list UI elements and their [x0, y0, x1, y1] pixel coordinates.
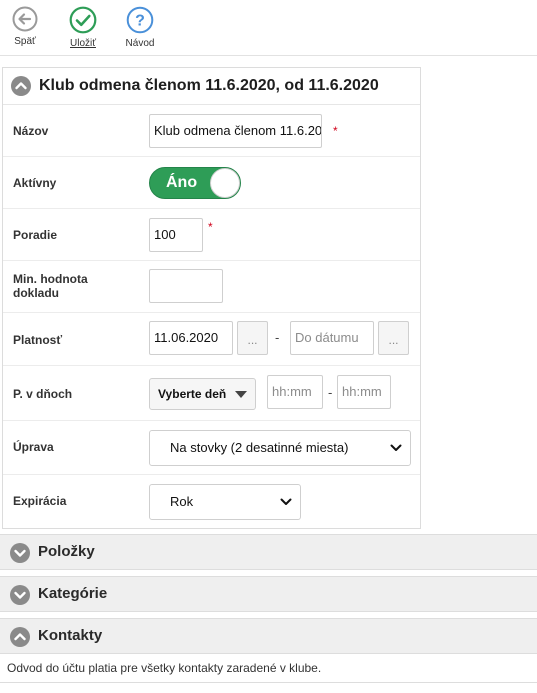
section-items[interactable]: Položky	[0, 534, 537, 570]
help-button[interactable]: ? Návod	[118, 6, 162, 49]
row-days: P. v dňoch Vyberte deň hh:mm - hh:mm	[3, 366, 420, 421]
min-doc-label: Min. hodnota dokladu	[13, 272, 88, 300]
order-label: Poradie	[13, 228, 58, 242]
name-label: Názov	[13, 124, 49, 138]
range-dash: -	[328, 385, 333, 400]
min-doc-input[interactable]	[149, 269, 223, 303]
validity-label: Platnosť	[13, 333, 63, 347]
section-contacts[interactable]: Kontakty	[0, 618, 537, 654]
caret-down-icon	[235, 391, 247, 398]
club-form-panel: Klub odmena členom 11.6.2020, od 11.6.20…	[2, 67, 421, 529]
rounding-select[interactable]: Na stovky (2 desatinné miesta)	[149, 430, 411, 466]
date-picker-from-button[interactable]: ...	[237, 321, 268, 355]
days-label: P. v dňoch	[13, 387, 73, 401]
range-dash: -	[275, 330, 280, 345]
date-picker-to-button[interactable]: ...	[378, 321, 409, 355]
toggle-knob	[210, 168, 240, 198]
rounding-label: Úprava	[13, 440, 54, 454]
section-categories-title: Kategórie	[38, 585, 108, 602]
svg-text:?: ?	[135, 13, 145, 30]
row-order: Poradie 100 *	[3, 209, 420, 261]
active-toggle[interactable]: Áno	[149, 167, 241, 199]
toggle-text: Áno	[166, 174, 198, 191]
chevron-up-icon[interactable]	[11, 76, 31, 96]
chevron-down-icon[interactable]	[10, 585, 30, 605]
name-input[interactable]: Klub odmena členom 11.6.2020	[149, 114, 322, 148]
help-label: Návod	[125, 38, 155, 49]
toolbar: Späť Uložiť ? Návod	[0, 0, 537, 56]
expiry-select-value: Rok	[170, 494, 194, 509]
active-label: Aktívny	[13, 176, 57, 190]
chevron-down-icon	[280, 498, 292, 505]
save-label: Uložiť	[70, 38, 96, 49]
back-button[interactable]: Späť	[3, 6, 47, 47]
order-input[interactable]: 100	[149, 218, 203, 252]
day-select-value: Vyberte deň	[158, 387, 227, 401]
section-contacts-title: Kontakty	[38, 627, 103, 644]
time-from-input[interactable]: hh:mm	[267, 375, 323, 409]
section-categories[interactable]: Kategórie	[0, 576, 537, 612]
row-validity: Platnosť 11.06.2020 ... - Do dátumu ...	[3, 313, 420, 366]
divider	[0, 682, 537, 683]
chevron-up-icon[interactable]	[10, 627, 30, 647]
row-name: Názov Klub odmena členom 11.6.2020 *	[3, 105, 420, 157]
back-label: Späť	[14, 36, 36, 47]
required-mark: *	[333, 124, 338, 138]
contacts-note: Odvod do účtu platia pre všetky kontakty…	[7, 661, 322, 675]
row-expiry: Expirácia Rok	[3, 475, 420, 530]
time-to-input[interactable]: hh:mm	[337, 375, 391, 409]
arrow-left-icon	[12, 6, 38, 32]
section-items-title: Položky	[38, 543, 95, 560]
required-mark: *	[208, 220, 213, 234]
panel-header[interactable]: Klub odmena členom 11.6.2020, od 11.6.20…	[3, 68, 420, 105]
panel-title: Klub odmena členom 11.6.2020, od 11.6.20…	[39, 77, 379, 94]
row-active: Aktívny Áno	[3, 157, 420, 209]
save-button[interactable]: Uložiť	[61, 6, 105, 49]
rounding-select-value: Na stovky (2 desatinné miesta)	[170, 440, 349, 455]
chevron-down-icon[interactable]	[10, 543, 30, 563]
question-icon: ?	[126, 6, 154, 34]
day-select[interactable]: Vyberte deň	[149, 378, 256, 410]
checkmark-icon	[69, 6, 97, 34]
row-rounding: Úprava Na stovky (2 desatinné miesta)	[3, 421, 420, 475]
row-min-doc: Min. hodnota dokladu	[3, 261, 420, 313]
validity-to-input[interactable]: Do dátumu	[290, 321, 374, 355]
validity-from-input[interactable]: 11.06.2020	[149, 321, 233, 355]
chevron-down-icon	[390, 444, 402, 451]
expiry-select[interactable]: Rok	[149, 484, 301, 520]
expiry-label: Expirácia	[13, 494, 67, 508]
